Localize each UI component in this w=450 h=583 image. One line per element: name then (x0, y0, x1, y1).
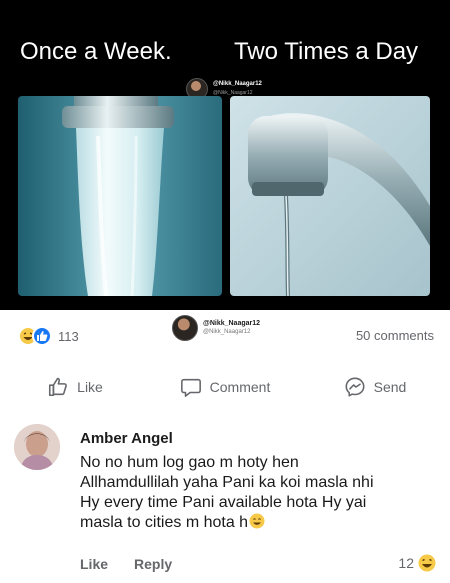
comment-line: No no hum log gao m hoty hen (80, 454, 299, 471)
comment-line: Hy every time Pani available hota Hy yai (80, 494, 367, 511)
watermark-post: @Nikk_Naagar12 @Nikk_Naagar12 (172, 315, 260, 341)
comment-reply-button[interactable]: Reply (134, 556, 172, 572)
comment-bubble-icon (180, 378, 201, 397)
tap-full-flow-photo (18, 96, 222, 296)
meme-image[interactable]: Once a Week. Two Times a Day @Nikk_Naaga… (0, 0, 450, 310)
watermark-name: @Nikk_Naagar12 (203, 320, 261, 327)
like-icon (32, 326, 52, 346)
send-label: Send (373, 379, 407, 395)
smiling-emoji-icon (249, 513, 265, 529)
comment-reaction-count: 12 (398, 555, 414, 571)
tap-trickle-photo (230, 96, 430, 296)
watermark-handle: @Nikk_Naagar12 (203, 329, 251, 335)
commenter-name[interactable]: Amber Angel (80, 430, 440, 447)
like-label: Like (77, 379, 103, 395)
comment-line: masla to cities m hota h (80, 514, 249, 531)
meme-caption-right: Two Times a Day (234, 38, 419, 65)
messenger-icon (345, 377, 365, 397)
commenter-avatar[interactable] (14, 424, 60, 470)
like-button[interactable]: Like (0, 370, 150, 404)
comment-actions: Like Reply (80, 556, 172, 572)
watermark-name: @Nikk_Naagar12 (213, 81, 262, 87)
post-action-bar: Like Comment Send (0, 370, 450, 404)
comment-label: Comment (209, 379, 271, 395)
comment-line: Allhamdullilah yaha Pani ka koi masla nh… (80, 474, 374, 491)
thumbs-up-icon (49, 377, 68, 397)
send-button[interactable]: Send (300, 370, 450, 404)
watermark-avatar (172, 315, 198, 341)
comment-line-last: masla to cities m hota h (80, 513, 440, 533)
comment-like-button[interactable]: Like (80, 556, 108, 572)
haha-icon (418, 554, 436, 572)
comment-button[interactable]: Comment (150, 370, 300, 404)
reaction-count: 113 (58, 328, 79, 344)
reaction-summary[interactable]: 113 (18, 326, 79, 346)
meme-caption-left: Once a Week. (20, 38, 172, 65)
comment-reaction-summary[interactable]: 12 (398, 554, 436, 572)
comment-text: No no hum log gao m hoty hen Allhamdulli… (80, 453, 440, 533)
comment-body: Amber Angel No no hum log gao m hoty hen… (80, 430, 440, 533)
comments-count-link[interactable]: 50 comments (356, 328, 434, 343)
